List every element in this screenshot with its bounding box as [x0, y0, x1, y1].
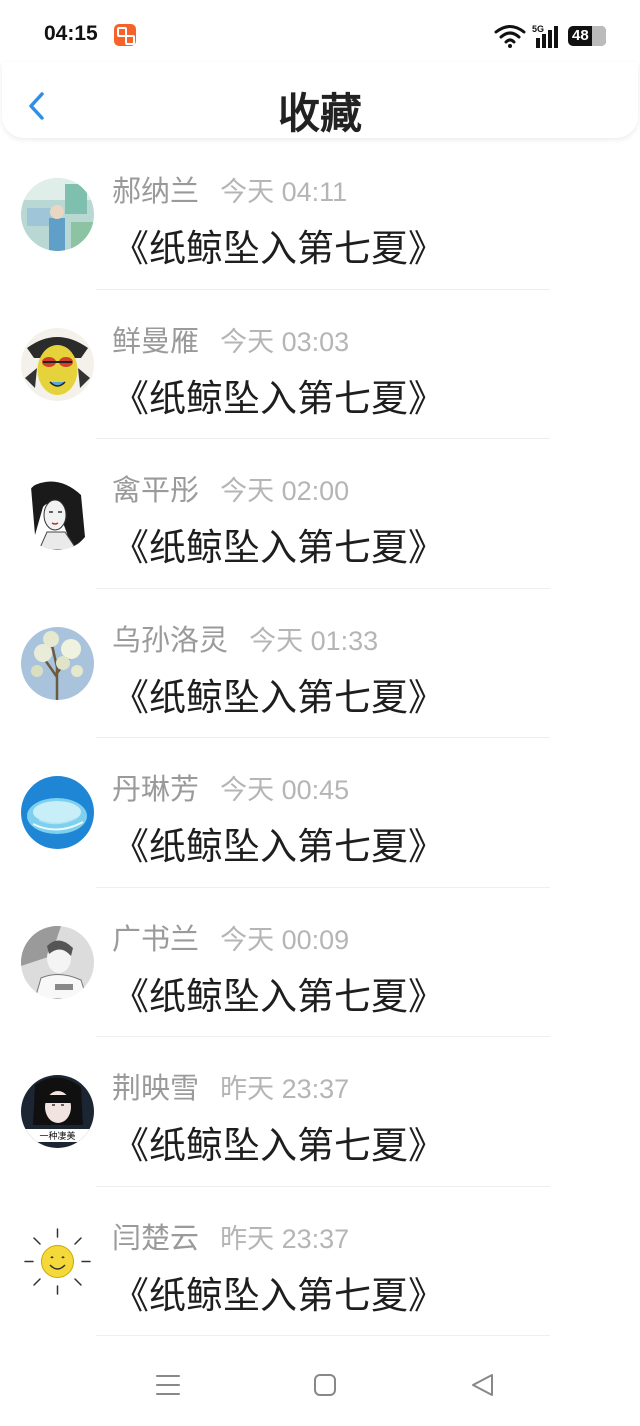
user-name: 荆映雪: [112, 1071, 200, 1105]
avatar: [21, 925, 94, 999]
user-name: 乌孙洛灵: [112, 622, 229, 657]
home-square-icon[interactable]: [300, 1360, 350, 1410]
status-time: 04:15: [44, 22, 98, 45]
back-triangle-icon[interactable]: [458, 1360, 508, 1410]
timestamp: 今天 00:45: [220, 775, 350, 805]
illustration-avatar-icon: [21, 178, 94, 251]
list-item[interactable]: 郝纳兰 今天 04:11 《纸鲸坠入第七夏》: [0, 140, 640, 290]
item-meta: 闫楚云 昨天 23:37: [112, 1215, 349, 1257]
jellyfish-avatar-icon: [21, 776, 94, 849]
user-name: 鲜曼雁: [112, 323, 200, 358]
avatar: 一种凄美: [21, 1075, 94, 1148]
system-nav-bar: [0, 1346, 640, 1426]
item-meta: 荆映雪 昨天 23:37: [112, 1065, 349, 1107]
header: 收藏: [2, 62, 638, 138]
timestamp: 今天 02:00: [220, 476, 350, 506]
cartoon-face-avatar-icon: [21, 327, 94, 401]
item-content: 《纸鲸坠入第七夏》: [112, 1124, 445, 1167]
timestamp: 今天 03:03: [220, 326, 350, 357]
list-item[interactable]: 鲜曼雁 今天 03:03 《纸鲸坠入第七夏》: [0, 290, 640, 439]
item-content: 《纸鲸坠入第七夏》: [112, 675, 445, 719]
user-name: 丹琳芳: [112, 772, 200, 806]
item-content: 《纸鲸坠入第七夏》: [112, 974, 445, 1018]
timestamp: 今天 04:11: [220, 177, 348, 207]
list-item[interactable]: 禽平彤 今天 02:00 《纸鲸坠入第七夏》: [0, 439, 640, 589]
avatar: [21, 327, 94, 401]
avatar: [21, 1224, 94, 1298]
list-item[interactable]: 闫楚云 昨天 23:37 《纸鲸坠入第七夏》: [0, 1187, 640, 1336]
user-name: 闫楚云: [112, 1220, 200, 1255]
item-content: 《纸鲸坠入第七夏》: [112, 825, 445, 868]
list-item[interactable]: 一种凄美 荆映雪 昨天 23:37 《纸鲸坠入第七夏》: [0, 1037, 640, 1187]
item-meta: 乌孙洛灵 今天 01:33: [112, 617, 378, 659]
item-content: 《纸鲸坠入第七夏》: [112, 526, 445, 569]
avatar: [21, 626, 94, 700]
network-label: 5G: [532, 24, 544, 34]
menu-icon[interactable]: [143, 1360, 193, 1410]
avatar: [21, 178, 94, 251]
wifi-icon: [494, 25, 526, 48]
avatar-caption: 一种凄美: [39, 1130, 75, 1142]
item-meta: 广书兰 今天 00:09: [112, 916, 349, 958]
grayscale-photo-avatar-icon: [21, 925, 94, 999]
page-title: 收藏: [277, 89, 362, 138]
signal-icon: 5G: [532, 24, 558, 48]
timestamp: 今天 01:33: [249, 625, 379, 656]
app-notification-icon: [114, 24, 136, 46]
item-meta: 郝纳兰 今天 04:11: [112, 168, 347, 210]
status-icons: 5G 48: [494, 22, 606, 50]
timestamp: 今天 00:09: [220, 924, 350, 955]
avatar: [21, 776, 94, 849]
item-content: 《纸鲸坠入第七夏》: [112, 376, 445, 420]
item-meta: 丹琳芳 今天 00:45: [112, 766, 349, 808]
item-content: 《纸鲸坠入第七夏》: [112, 1273, 445, 1317]
list-item[interactable]: 广书兰 今天 00:09 《纸鲸坠入第七夏》: [0, 888, 640, 1037]
avatar: [21, 477, 94, 550]
item-meta: 鲜曼雁 今天 03:03: [112, 318, 349, 360]
user-name: 郝纳兰: [112, 174, 200, 208]
favorites-list: 郝纳兰 今天 04:11 《纸鲸坠入第七夏》 鲜曼雁 今天 03:03 《纸鲸坠…: [0, 140, 640, 1336]
sketch-girl-avatar-icon: [21, 477, 94, 550]
battery-icon: 48: [568, 26, 606, 46]
list-item[interactable]: 乌孙洛灵 今天 01:33 《纸鲸坠入第七夏》: [0, 589, 640, 738]
girl-photo-avatar-icon: 一种凄美: [21, 1075, 94, 1148]
item-content: 《纸鲸坠入第七夏》: [112, 227, 445, 270]
timestamp: 昨天 23:37: [220, 1223, 350, 1254]
user-name: 禽平彤: [112, 473, 200, 507]
item-meta: 禽平彤 今天 02:00: [112, 467, 349, 509]
timestamp: 昨天 23:37: [220, 1074, 350, 1104]
divider: [96, 1335, 550, 1336]
blossom-tree-avatar-icon: [21, 626, 94, 700]
sun-doodle-avatar-icon: [21, 1224, 94, 1298]
list-item[interactable]: 丹琳芳 今天 00:45 《纸鲸坠入第七夏》: [0, 738, 640, 888]
status-bar: 04:15 5G 48: [0, 0, 640, 70]
user-name: 广书兰: [112, 921, 200, 956]
battery-level: 48: [572, 27, 589, 44]
